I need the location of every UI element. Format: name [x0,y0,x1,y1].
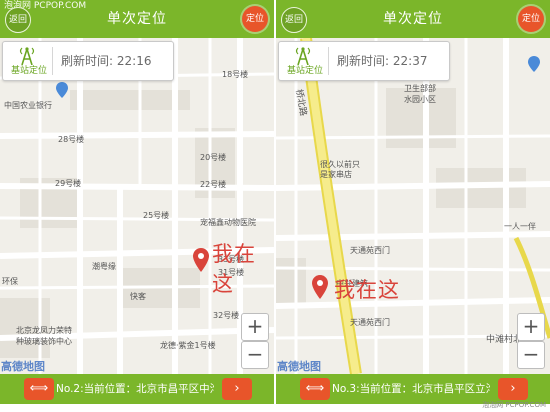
map-label: 一人一伴 [504,222,536,231]
refresh-text: 刷新时间: 22:16 [61,42,151,80]
map-label: 宠福鑫动物医院 [200,218,256,227]
map-label: 29号楼 [55,179,82,188]
refresh-label: 刷新时间: [61,54,114,68]
map-label: 潮粤缘 [92,262,116,271]
map-view[interactable]: 18号楼 中国农业银行 28号楼 20号楼 29号楼 22号楼 25号楼 宠福鑫… [0,38,274,374]
card-divider [328,47,329,75]
map-view[interactable]: 桥北路 卫生部部 水园小区 很久以前只 是家串店 天通苑西门 中兴建筑 天通苑西… [276,38,550,374]
zoom-out-button[interactable]: − [517,341,545,369]
map-label: 25号楼 [143,211,170,220]
current-address: No.2:当前位置：北京市昌平区中沟 [56,383,214,395]
map-roads [0,38,274,374]
location-pin-icon [193,248,209,272]
map-logo: 高德地图 [1,360,45,373]
locate-button[interactable]: 定位 [518,6,544,32]
refresh-card: 基站定位 刷新时间: 22:16 [2,41,174,81]
refresh-text: 刷新时间: 22:37 [337,42,427,80]
card-divider [52,47,53,75]
map-label: 天通苑西门 [350,318,390,327]
refresh-card: 基站定位 刷新时间: 22:37 [278,41,450,81]
next-button[interactable]: › [222,378,252,400]
title-bar: 泡泡网 PCPOP.COM 返回 单次定位 定位 [0,0,274,38]
current-address: No.3:当前位置：北京市昌平区立沟 [332,383,490,395]
map-label: 28号楼 [58,135,85,144]
zoom-in-button[interactable]: + [517,313,545,341]
swap-arrows-button[interactable]: ⟺ [300,378,330,400]
map-label: 环保 [2,277,18,286]
map-label: 32号楼 [213,311,240,320]
station-icon-wrap: 基站定位 [7,45,47,77]
page-title: 单次定位 [383,11,443,27]
map-label: 快客 [130,292,146,301]
page-title: 单次定位 [107,11,167,27]
swap-arrows-button[interactable]: ⟺ [24,378,54,400]
me-label: 我在这 [212,242,256,296]
zoom-out-button[interactable]: − [241,341,269,369]
map-label: 20号楼 [200,153,227,162]
map-screen-right: 返回 单次定位 定位 桥北路 卫生部部 水园小区 很久以前只 是家串店 天通苑西… [276,0,550,412]
map-screen-left: 泡泡网 PCPOP.COM 返回 单次定位 定位 18号楼 中国农业银行 28号… [0,0,274,412]
poi-pin-icon [528,56,540,72]
station-label: 基站定位 [286,66,323,76]
map-label: 北京龙凤力荣特 [16,326,72,335]
footer-credit: 泡泡网 PCPOP.COM [482,401,546,409]
map-label: 龙德·紫金1号楼 [160,341,216,350]
station-label: 基站定位 [10,66,47,76]
footer [0,404,550,412]
map-logo: 高德地图 [277,360,321,373]
map-label: 天通苑西门 [350,246,390,255]
title-bar: 返回 单次定位 定位 [276,0,550,38]
poi-pin-icon [56,82,68,98]
next-button[interactable]: › [498,378,528,400]
cell-tower-icon [19,47,35,65]
location-pin-icon [312,275,328,299]
map-label: 种玻璃装饰中心 [16,337,72,346]
refresh-time: 22:37 [392,54,428,68]
address-bar: ⟺ No.2:当前位置：北京市昌平区中沟 › [0,374,274,404]
map-label: 中国农业银行 [4,101,52,110]
map-label: 卫生部部 [404,84,436,93]
map-label: 水园小区 [404,95,436,104]
refresh-time: 22:16 [116,54,152,68]
refresh-label: 刷新时间: [337,54,390,68]
map-label: 是家串店 [320,170,352,179]
zoom-in-button[interactable]: + [241,313,269,341]
me-label: 我在这 [334,278,400,302]
station-icon-wrap: 基站定位 [283,45,323,77]
locate-button[interactable]: 定位 [242,6,268,32]
map-label: 18号楼 [222,70,249,79]
cell-tower-icon [295,47,311,65]
map-label: 22号楼 [200,180,227,189]
